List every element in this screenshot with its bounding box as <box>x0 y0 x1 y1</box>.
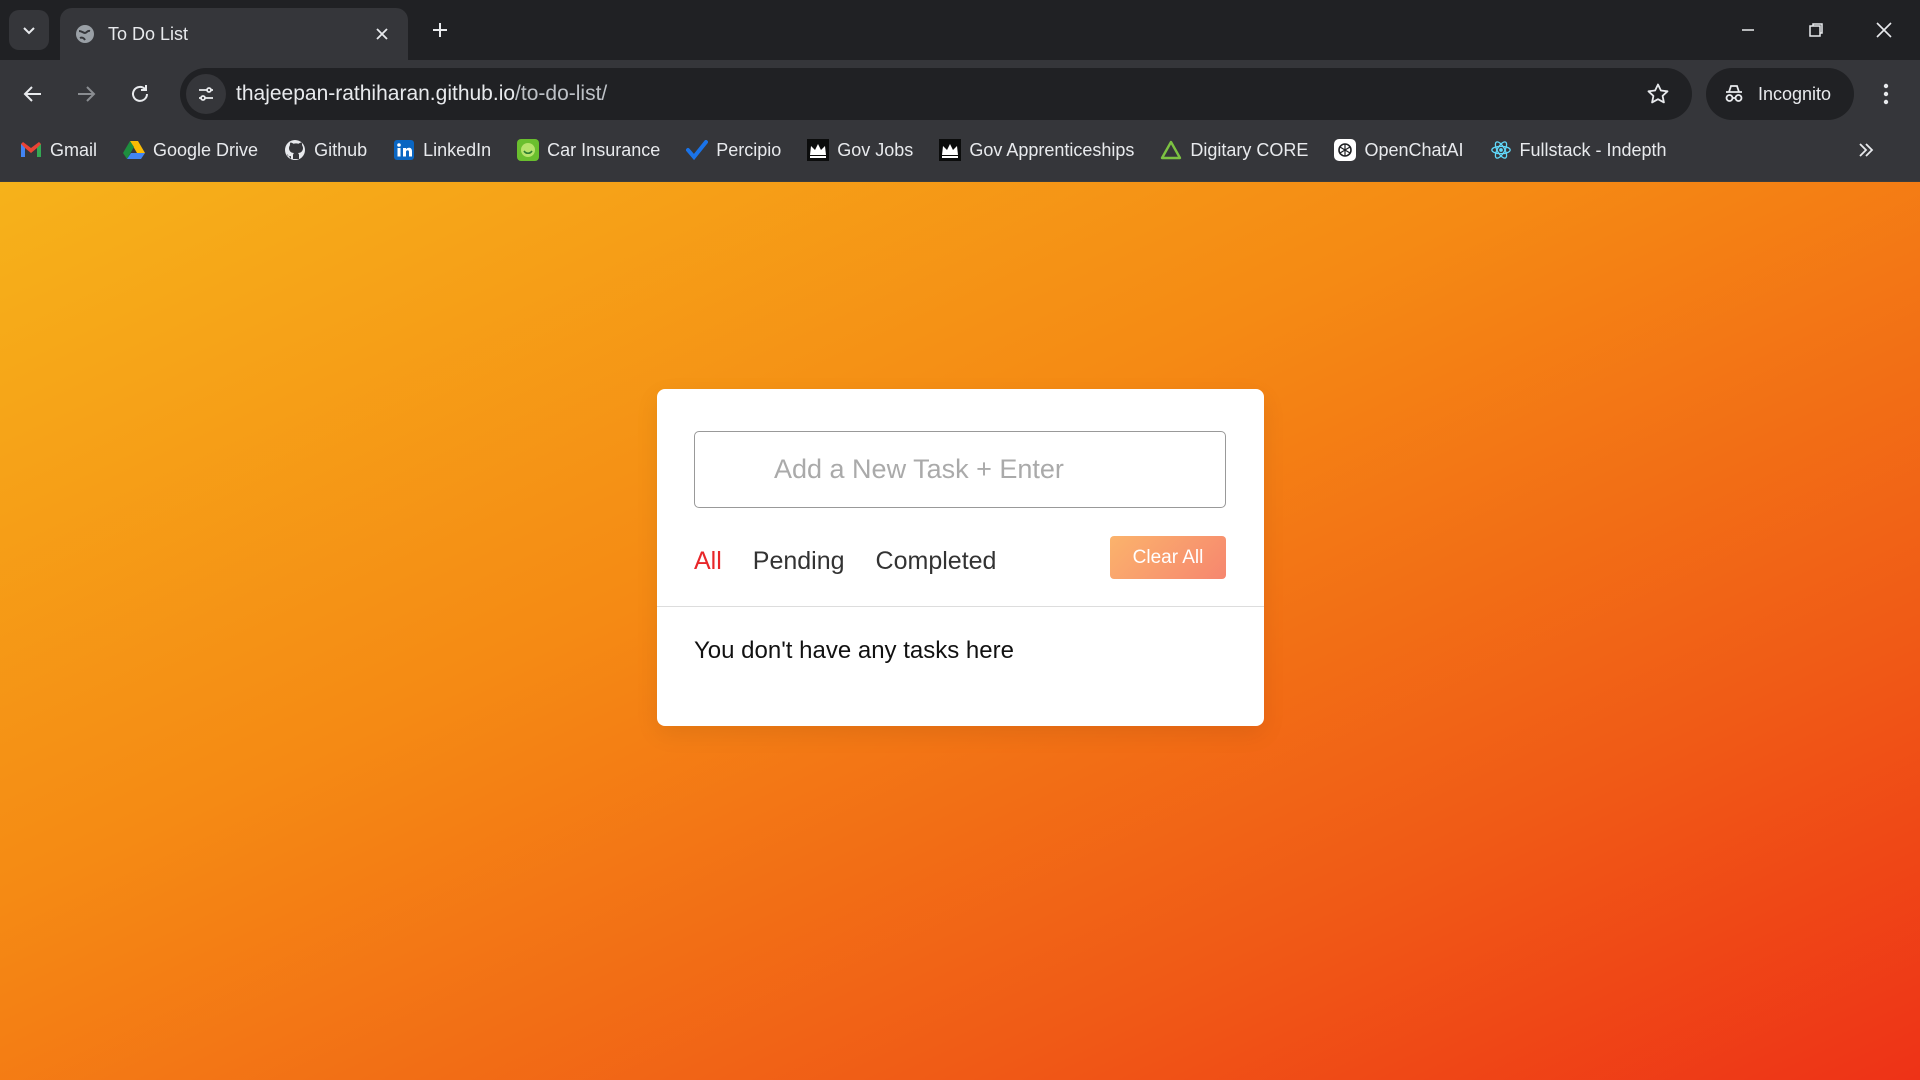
bookmark-gmail[interactable]: Gmail <box>14 132 103 168</box>
back-button[interactable] <box>13 74 53 114</box>
minimize-icon <box>1742 29 1754 31</box>
forward-button[interactable] <box>66 74 106 114</box>
filter-all[interactable]: All <box>694 547 722 576</box>
page-background: All Pending Completed Clear All You don'… <box>0 182 1920 1080</box>
percipio-icon <box>686 139 709 161</box>
incognito-label: Incognito <box>1758 83 1832 104</box>
close-window-button[interactable] <box>1864 10 1904 50</box>
site-info-button[interactable] <box>186 74 226 114</box>
linkedin-icon <box>393 139 415 161</box>
openai-icon <box>1334 139 1357 161</box>
more-bookmarks-button[interactable] <box>1848 132 1884 168</box>
divider <box>657 606 1264 607</box>
filter-tabs: All Pending Completed <box>694 541 1027 581</box>
close-icon <box>1876 22 1892 38</box>
globe-icon <box>76 25 94 43</box>
bookmark-label: Google Drive <box>153 139 259 160</box>
github-icon <box>284 139 306 161</box>
tune-icon <box>199 87 213 101</box>
bookmark-label: Digitary CORE <box>1190 139 1309 160</box>
bookmark-github[interactable]: Github <box>278 132 373 168</box>
bookmark-gov-jobs[interactable]: Gov Jobs <box>801 132 919 168</box>
crown-icon <box>807 139 830 161</box>
reload-button[interactable] <box>120 74 160 114</box>
bookmark-label: Gov Apprenticeships <box>969 139 1135 160</box>
url-host: thajeepan-rathiharan.github.io <box>236 82 516 105</box>
reload-icon <box>132 85 148 102</box>
tab-title: To Do List <box>108 23 189 44</box>
incognito-badge[interactable]: Incognito <box>1706 68 1854 120</box>
more-vertical-icon <box>1883 83 1889 105</box>
empty-tasks-message: You don't have any tasks here <box>694 637 1014 664</box>
bookmark-linkedin[interactable]: LinkedIn <box>387 132 497 168</box>
bookmark-openchatai[interactable]: OpenChatAI <box>1328 132 1469 168</box>
double-chevron-right-icon <box>1859 143 1874 157</box>
minimize-button[interactable] <box>1728 10 1768 50</box>
new-task-input[interactable] <box>694 431 1226 508</box>
bookmark-label: LinkedIn <box>423 139 492 160</box>
star-icon <box>1647 83 1669 104</box>
tab-search-button[interactable] <box>9 10 49 50</box>
google-drive-icon <box>123 139 146 161</box>
bookmark-label: Github <box>314 139 368 160</box>
arrow-right-icon <box>78 86 96 102</box>
filter-completed[interactable]: Completed <box>876 547 997 576</box>
todo-card: All Pending Completed Clear All You don'… <box>657 389 1264 726</box>
active-tab[interactable]: To Do List <box>60 8 408 60</box>
browser-toolbar: thajeepan-rathiharan.github.io/to-do-lis… <box>0 60 1920 128</box>
triangle-icon <box>1160 139 1182 161</box>
bookmark-label: OpenChatAI <box>1364 139 1464 160</box>
close-icon <box>376 28 388 40</box>
tab-strip: To Do List <box>0 0 1920 60</box>
bookmarks-bar: Gmail Google Drive Github LinkedIn Car I… <box>0 128 1920 182</box>
incognito-icon <box>1725 85 1743 102</box>
bookmark-label: Car Insurance <box>547 139 661 160</box>
bookmark-percipio[interactable]: Percipio <box>680 132 787 168</box>
bookmark-car-insurance[interactable]: Car Insurance <box>511 132 666 168</box>
bookmark-gov-apprenticeships[interactable]: Gov Apprenticeships <box>933 132 1140 168</box>
url-path: /to-do-list/ <box>515 82 608 105</box>
react-icon <box>1490 139 1512 161</box>
bookmark-google-drive[interactable]: Google Drive <box>117 132 264 168</box>
bookmark-star-button[interactable] <box>1638 74 1678 114</box>
crown-icon <box>939 139 962 161</box>
bookmark-label: Percipio <box>716 139 782 160</box>
arrow-left-icon <box>23 86 41 102</box>
clear-all-button[interactable]: Clear All <box>1110 536 1226 579</box>
restore-button[interactable] <box>1796 10 1836 50</box>
bookmark-fullstack-indepth[interactable]: Fullstack - Indepth <box>1484 132 1673 168</box>
bookmark-label: Gmail <box>50 139 98 160</box>
restore-icon <box>1809 23 1823 37</box>
gmail-icon <box>20 139 42 161</box>
tab-close-button[interactable] <box>370 22 394 46</box>
bookmark-digitary-core[interactable]: Digitary CORE <box>1154 132 1314 168</box>
new-tab-button[interactable] <box>424 14 456 46</box>
filter-pending[interactable]: Pending <box>753 547 845 576</box>
url-text: thajeepan-rathiharan.github.io/to-do-lis… <box>236 82 1638 106</box>
chevron-down-icon <box>23 27 35 35</box>
bookmark-label: Fullstack - Indepth <box>1519 139 1667 160</box>
car-insurance-icon <box>517 139 540 161</box>
plus-icon <box>433 23 447 37</box>
address-bar[interactable]: thajeepan-rathiharan.github.io/to-do-lis… <box>180 68 1692 120</box>
browser-menu-button[interactable] <box>1866 74 1906 114</box>
bookmark-label: Gov Jobs <box>837 139 914 160</box>
